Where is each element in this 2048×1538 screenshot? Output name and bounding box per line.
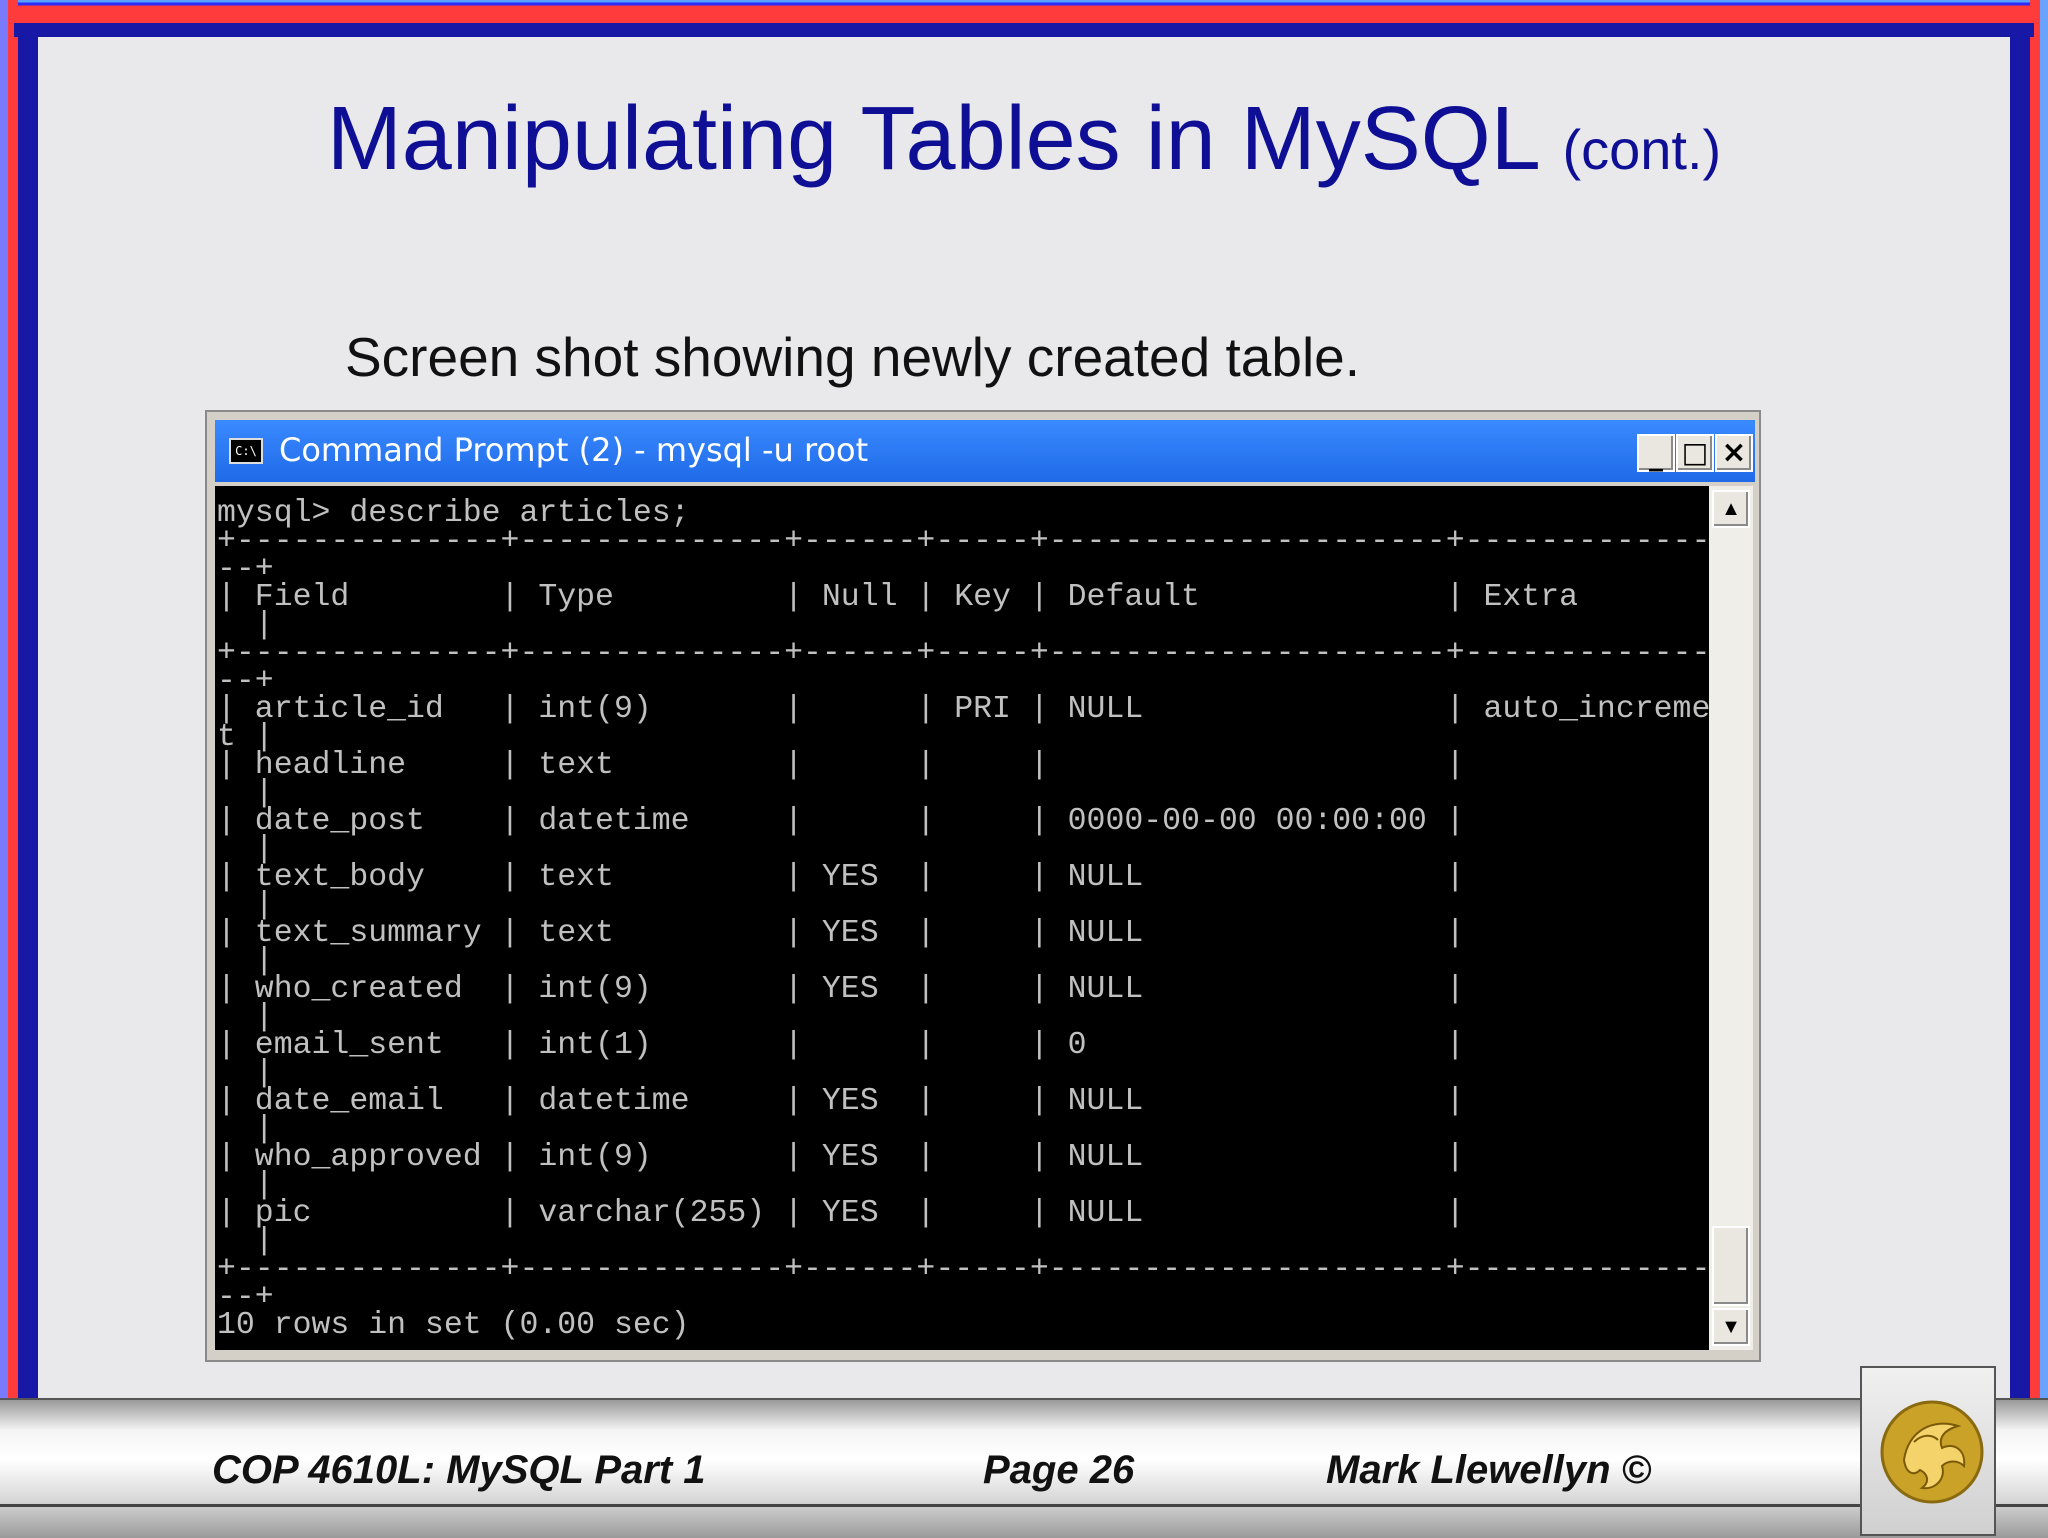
frame-stripe-top xyxy=(0,0,2048,9)
scroll-up-arrow-icon[interactable]: ▲ xyxy=(1712,490,1750,528)
pegasus-logo-icon xyxy=(1880,1400,1984,1504)
window-titlebar[interactable]: C:\ Command Prompt (2) - mysql -u root _… xyxy=(215,420,1755,482)
footer-author: Mark Llewellyn © xyxy=(1326,1448,1652,1492)
frame-stripe-top-blue xyxy=(14,23,2034,37)
maximize-button[interactable]: □ xyxy=(1676,434,1714,472)
footer-page-number: Page 26 xyxy=(983,1448,1135,1492)
close-button[interactable]: × xyxy=(1715,434,1753,472)
frame-stripe-left-outer xyxy=(0,0,8,1400)
slide-title-main: Manipulating Tables in MySQL xyxy=(326,89,1538,189)
command-prompt-icon[interactable]: C:\ xyxy=(229,438,263,464)
scroll-down-arrow-icon[interactable]: ▼ xyxy=(1712,1308,1750,1346)
slide-title-suffix: (cont.) xyxy=(1562,118,1722,181)
console-output-area[interactable]: mysql> describe articles; +-------------… xyxy=(215,486,1709,1350)
frame-stripe-left-red xyxy=(8,0,18,1400)
scroll-thumb[interactable] xyxy=(1712,1226,1750,1306)
vertical-scrollbar[interactable]: ▲ ▼ xyxy=(1709,486,1753,1350)
frame-stripe-right-red xyxy=(2030,0,2040,1400)
frame-stripe-top-red xyxy=(0,9,2048,23)
console-text: mysql> describe articles; +-------------… xyxy=(217,496,1709,1343)
command-prompt-window: C:\ Command Prompt (2) - mysql -u root _… xyxy=(205,410,1761,1362)
frame-stripe-left-blue xyxy=(18,23,38,1400)
window-title: Command Prompt (2) - mysql -u root xyxy=(279,431,869,469)
frame-stripe-right-outer xyxy=(2040,0,2048,1400)
frame-stripe-right-blue xyxy=(2010,23,2030,1400)
slide-title: Manipulating Tables in MySQL (cont.) xyxy=(0,88,2048,191)
footer-course: COP 4610L: MySQL Part 1 xyxy=(212,1448,706,1492)
minimize-button[interactable]: _ xyxy=(1637,434,1675,472)
logo-frame xyxy=(1860,1366,1996,1536)
footer-divider xyxy=(0,1504,2048,1507)
slide-subtitle: Screen shot showing newly created table. xyxy=(345,326,1361,388)
